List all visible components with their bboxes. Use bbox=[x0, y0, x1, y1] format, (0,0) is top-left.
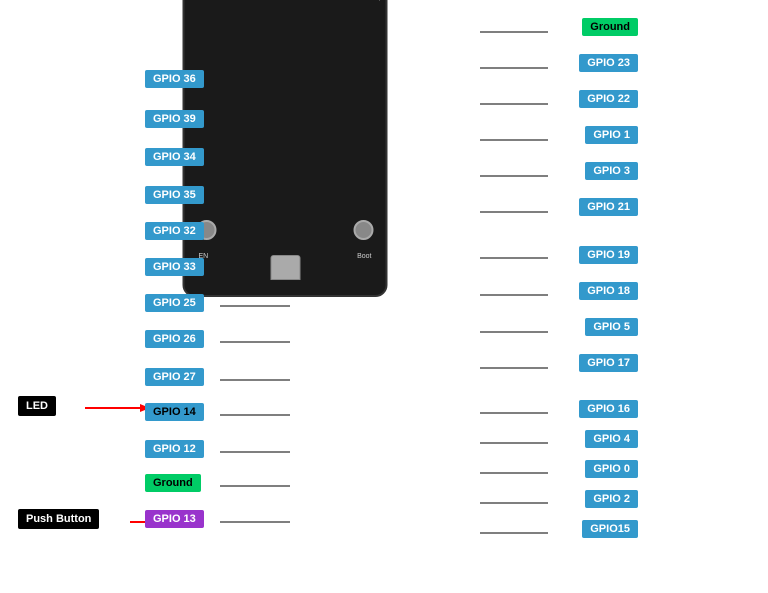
led-annotation-label: LED bbox=[18, 396, 56, 416]
usb-connector bbox=[270, 255, 300, 280]
label-gpio15: GPIO15 bbox=[582, 520, 638, 538]
label-gpio33: GPIO 33 bbox=[145, 258, 204, 276]
right-silkscreen: GND 23 22 TX RX 21 GND 19 18 5 17 16 4 0… bbox=[378, 0, 384, 2]
label-gpio25: GPIO 25 bbox=[145, 294, 204, 312]
boot-button[interactable] bbox=[354, 220, 374, 240]
label-gpio1: GPIO 1 bbox=[585, 126, 638, 144]
label-ground-right: Ground bbox=[582, 18, 638, 36]
label-gpio39: GPIO 39 bbox=[145, 110, 204, 128]
page-container: ESPRESSIF ESP32-WROVER-B C € FCC Boot EN bbox=[0, 0, 768, 593]
label-ground-left: Ground bbox=[145, 474, 201, 492]
label-gpio2: GPIO 2 bbox=[585, 490, 638, 508]
label-gpio32: GPIO 32 bbox=[145, 222, 204, 240]
label-gpio13: GPIO 13 bbox=[145, 510, 204, 528]
label-gpio36: GPIO 36 bbox=[145, 70, 204, 88]
boot-label: Boot bbox=[357, 253, 371, 260]
label-gpio19: GPIO 19 bbox=[579, 246, 638, 264]
label-gpio3: GPIO 3 bbox=[585, 162, 638, 180]
label-gpio21: GPIO 21 bbox=[579, 198, 638, 216]
label-gpio18: GPIO 18 bbox=[579, 282, 638, 300]
label-gpio27: GPIO 27 bbox=[145, 368, 204, 386]
label-gpio23: GPIO 23 bbox=[579, 54, 638, 72]
label-gpio5: GPIO 5 bbox=[585, 318, 638, 336]
label-gpio16: GPIO 16 bbox=[579, 400, 638, 418]
label-gpio12: GPIO 12 bbox=[145, 440, 204, 458]
label-gpio35: GPIO 35 bbox=[145, 186, 204, 204]
label-gpio26: GPIO 26 bbox=[145, 330, 204, 348]
label-gpio17: GPIO 17 bbox=[579, 354, 638, 372]
label-gpio0: GPIO 0 bbox=[585, 460, 638, 478]
label-gpio22: GPIO 22 bbox=[579, 90, 638, 108]
label-gpio4: GPIO 4 bbox=[585, 430, 638, 448]
label-gpio14: GPIO 14 bbox=[145, 403, 204, 421]
label-gpio34: GPIO 34 bbox=[145, 148, 204, 166]
push-button-annotation-label: Push Button bbox=[18, 509, 99, 529]
pcb-board: ESPRESSIF ESP32-WROVER-B C € FCC Boot EN bbox=[183, 0, 388, 297]
